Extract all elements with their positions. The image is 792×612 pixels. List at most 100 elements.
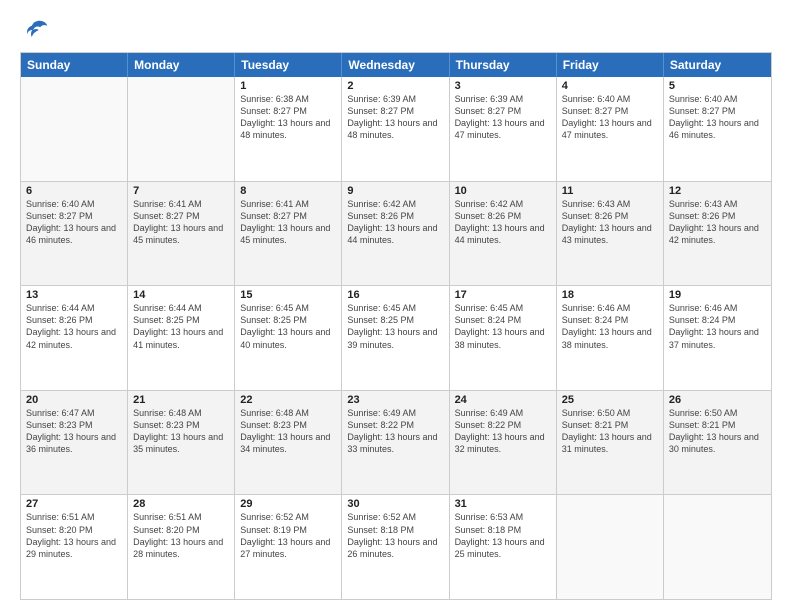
day-info: Sunrise: 6:45 AMSunset: 8:25 PMDaylight:… (240, 302, 336, 351)
calendar-cell: 6Sunrise: 6:40 AMSunset: 8:27 PMDaylight… (21, 182, 128, 286)
day-number: 31 (455, 498, 551, 510)
day-number: 12 (669, 185, 766, 197)
calendar-cell: 7Sunrise: 6:41 AMSunset: 8:27 PMDaylight… (128, 182, 235, 286)
calendar-cell: 24Sunrise: 6:49 AMSunset: 8:22 PMDayligh… (450, 391, 557, 495)
calendar-cell: 28Sunrise: 6:51 AMSunset: 8:20 PMDayligh… (128, 495, 235, 599)
day-number: 16 (347, 289, 443, 301)
day-info: Sunrise: 6:53 AMSunset: 8:18 PMDaylight:… (455, 511, 551, 560)
day-number: 24 (455, 394, 551, 406)
day-number: 10 (455, 185, 551, 197)
day-info: Sunrise: 6:41 AMSunset: 8:27 PMDaylight:… (133, 198, 229, 247)
day-number: 9 (347, 185, 443, 197)
calendar-cell: 2Sunrise: 6:39 AMSunset: 8:27 PMDaylight… (342, 77, 449, 181)
calendar-cell: 13Sunrise: 6:44 AMSunset: 8:26 PMDayligh… (21, 286, 128, 390)
day-info: Sunrise: 6:48 AMSunset: 8:23 PMDaylight:… (133, 407, 229, 456)
calendar-row: 6Sunrise: 6:40 AMSunset: 8:27 PMDaylight… (21, 181, 771, 286)
logo (20, 16, 50, 44)
calendar-row: 27Sunrise: 6:51 AMSunset: 8:20 PMDayligh… (21, 494, 771, 599)
calendar-cell: 26Sunrise: 6:50 AMSunset: 8:21 PMDayligh… (664, 391, 771, 495)
calendar-cell: 29Sunrise: 6:52 AMSunset: 8:19 PMDayligh… (235, 495, 342, 599)
calendar-header-cell: Friday (557, 53, 664, 77)
calendar-cell: 14Sunrise: 6:44 AMSunset: 8:25 PMDayligh… (128, 286, 235, 390)
day-number: 25 (562, 394, 658, 406)
calendar-header-cell: Tuesday (235, 53, 342, 77)
day-info: Sunrise: 6:52 AMSunset: 8:19 PMDaylight:… (240, 511, 336, 560)
day-number: 22 (240, 394, 336, 406)
calendar-cell (557, 495, 664, 599)
calendar-cell: 16Sunrise: 6:45 AMSunset: 8:25 PMDayligh… (342, 286, 449, 390)
calendar-header: SundayMondayTuesdayWednesdayThursdayFrid… (21, 53, 771, 77)
day-info: Sunrise: 6:41 AMSunset: 8:27 PMDaylight:… (240, 198, 336, 247)
day-number: 23 (347, 394, 443, 406)
calendar-cell: 21Sunrise: 6:48 AMSunset: 8:23 PMDayligh… (128, 391, 235, 495)
day-number: 5 (669, 80, 766, 92)
calendar-cell: 11Sunrise: 6:43 AMSunset: 8:26 PMDayligh… (557, 182, 664, 286)
day-number: 18 (562, 289, 658, 301)
calendar-cell: 25Sunrise: 6:50 AMSunset: 8:21 PMDayligh… (557, 391, 664, 495)
day-info: Sunrise: 6:46 AMSunset: 8:24 PMDaylight:… (562, 302, 658, 351)
day-info: Sunrise: 6:51 AMSunset: 8:20 PMDaylight:… (26, 511, 122, 560)
day-info: Sunrise: 6:49 AMSunset: 8:22 PMDaylight:… (455, 407, 551, 456)
day-info: Sunrise: 6:49 AMSunset: 8:22 PMDaylight:… (347, 407, 443, 456)
day-info: Sunrise: 6:45 AMSunset: 8:24 PMDaylight:… (455, 302, 551, 351)
calendar-cell: 4Sunrise: 6:40 AMSunset: 8:27 PMDaylight… (557, 77, 664, 181)
day-info: Sunrise: 6:38 AMSunset: 8:27 PMDaylight:… (240, 93, 336, 142)
day-info: Sunrise: 6:48 AMSunset: 8:23 PMDaylight:… (240, 407, 336, 456)
day-number: 1 (240, 80, 336, 92)
calendar-header-cell: Thursday (450, 53, 557, 77)
day-number: 11 (562, 185, 658, 197)
day-info: Sunrise: 6:40 AMSunset: 8:27 PMDaylight:… (26, 198, 122, 247)
calendar-cell: 15Sunrise: 6:45 AMSunset: 8:25 PMDayligh… (235, 286, 342, 390)
calendar-cell: 18Sunrise: 6:46 AMSunset: 8:24 PMDayligh… (557, 286, 664, 390)
day-number: 17 (455, 289, 551, 301)
day-number: 19 (669, 289, 766, 301)
page: SundayMondayTuesdayWednesdayThursdayFrid… (0, 0, 792, 612)
day-number: 6 (26, 185, 122, 197)
calendar-cell: 22Sunrise: 6:48 AMSunset: 8:23 PMDayligh… (235, 391, 342, 495)
calendar-cell: 3Sunrise: 6:39 AMSunset: 8:27 PMDaylight… (450, 77, 557, 181)
calendar-row: 20Sunrise: 6:47 AMSunset: 8:23 PMDayligh… (21, 390, 771, 495)
day-info: Sunrise: 6:42 AMSunset: 8:26 PMDaylight:… (347, 198, 443, 247)
day-info: Sunrise: 6:50 AMSunset: 8:21 PMDaylight:… (562, 407, 658, 456)
day-number: 20 (26, 394, 122, 406)
day-number: 26 (669, 394, 766, 406)
logo-bird-icon (22, 16, 50, 44)
day-info: Sunrise: 6:44 AMSunset: 8:25 PMDaylight:… (133, 302, 229, 351)
calendar-cell (21, 77, 128, 181)
calendar-row: 1Sunrise: 6:38 AMSunset: 8:27 PMDaylight… (21, 77, 771, 181)
day-info: Sunrise: 6:52 AMSunset: 8:18 PMDaylight:… (347, 511, 443, 560)
calendar-cell: 17Sunrise: 6:45 AMSunset: 8:24 PMDayligh… (450, 286, 557, 390)
day-info: Sunrise: 6:50 AMSunset: 8:21 PMDaylight:… (669, 407, 766, 456)
calendar: SundayMondayTuesdayWednesdayThursdayFrid… (20, 52, 772, 600)
day-number: 4 (562, 80, 658, 92)
calendar-header-cell: Sunday (21, 53, 128, 77)
calendar-cell: 27Sunrise: 6:51 AMSunset: 8:20 PMDayligh… (21, 495, 128, 599)
day-info: Sunrise: 6:40 AMSunset: 8:27 PMDaylight:… (562, 93, 658, 142)
day-number: 15 (240, 289, 336, 301)
day-number: 2 (347, 80, 443, 92)
header (20, 16, 772, 44)
day-info: Sunrise: 6:39 AMSunset: 8:27 PMDaylight:… (347, 93, 443, 142)
calendar-cell (664, 495, 771, 599)
day-info: Sunrise: 6:43 AMSunset: 8:26 PMDaylight:… (562, 198, 658, 247)
calendar-cell: 23Sunrise: 6:49 AMSunset: 8:22 PMDayligh… (342, 391, 449, 495)
calendar-cell: 1Sunrise: 6:38 AMSunset: 8:27 PMDaylight… (235, 77, 342, 181)
day-number: 8 (240, 185, 336, 197)
calendar-cell: 9Sunrise: 6:42 AMSunset: 8:26 PMDaylight… (342, 182, 449, 286)
day-number: 13 (26, 289, 122, 301)
calendar-body: 1Sunrise: 6:38 AMSunset: 8:27 PMDaylight… (21, 77, 771, 599)
day-info: Sunrise: 6:40 AMSunset: 8:27 PMDaylight:… (669, 93, 766, 142)
day-info: Sunrise: 6:51 AMSunset: 8:20 PMDaylight:… (133, 511, 229, 560)
day-number: 21 (133, 394, 229, 406)
calendar-cell: 20Sunrise: 6:47 AMSunset: 8:23 PMDayligh… (21, 391, 128, 495)
calendar-header-cell: Monday (128, 53, 235, 77)
day-info: Sunrise: 6:44 AMSunset: 8:26 PMDaylight:… (26, 302, 122, 351)
day-number: 3 (455, 80, 551, 92)
day-info: Sunrise: 6:42 AMSunset: 8:26 PMDaylight:… (455, 198, 551, 247)
calendar-header-cell: Saturday (664, 53, 771, 77)
day-number: 29 (240, 498, 336, 510)
calendar-cell: 8Sunrise: 6:41 AMSunset: 8:27 PMDaylight… (235, 182, 342, 286)
day-number: 30 (347, 498, 443, 510)
calendar-row: 13Sunrise: 6:44 AMSunset: 8:26 PMDayligh… (21, 285, 771, 390)
day-number: 28 (133, 498, 229, 510)
